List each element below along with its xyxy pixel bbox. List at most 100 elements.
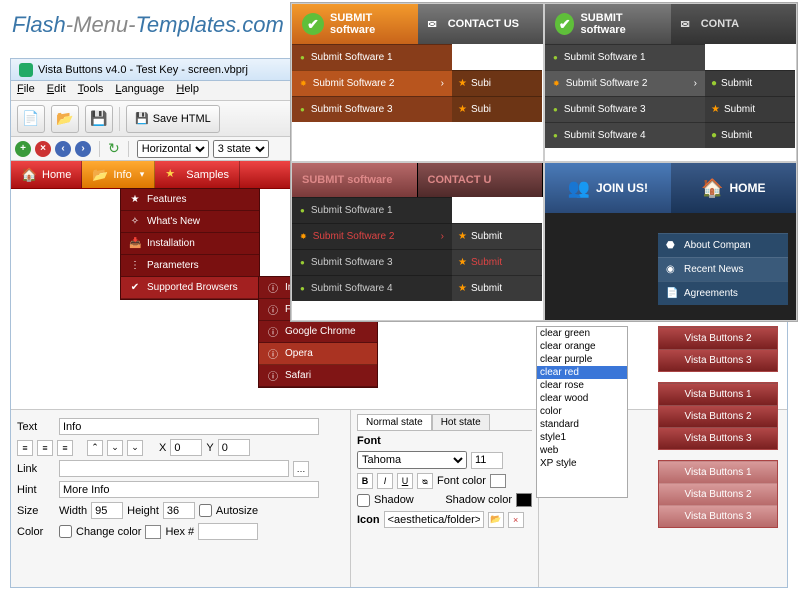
vb-button[interactable]: Vista Buttons 1	[659, 383, 777, 405]
align-right-button[interactable]: ≡	[57, 440, 73, 456]
icon-browse-button[interactable]: 📂	[488, 512, 504, 528]
submenu-agreements[interactable]: 📄Agreements	[658, 281, 788, 305]
menu-help[interactable]: Help	[176, 83, 199, 98]
submenu-item[interactable]: ●Submit Software 3	[292, 96, 452, 122]
shadowcolor-swatch[interactable]	[516, 493, 532, 507]
nav-info[interactable]: Info	[82, 161, 155, 188]
submenu2-item[interactable]: ★Submit	[452, 275, 542, 301]
height-input[interactable]	[163, 502, 195, 519]
submenu-item[interactable]: ●Submit Software 1	[545, 44, 705, 70]
menu-file[interactable]: File	[17, 83, 35, 98]
submit-button[interactable]: ✔SUBMIT software	[292, 4, 418, 44]
vb-button[interactable]: Vista Buttons 2	[659, 405, 777, 427]
theme-item[interactable]: standard	[537, 418, 627, 431]
submenu-about[interactable]: ⬣About Compan	[658, 233, 788, 257]
submenu-item[interactable]: ●Submit Software 4	[545, 122, 705, 148]
align-center-button[interactable]: ≡	[37, 440, 53, 456]
tab-hot[interactable]: Hot state	[432, 414, 490, 430]
vb-button[interactable]: Vista Buttons 3	[659, 505, 777, 527]
nav-home[interactable]: Home	[11, 161, 82, 188]
vb-button[interactable]: Vista Buttons 1	[659, 461, 777, 483]
theme-item[interactable]: clear rose	[537, 379, 627, 392]
add-button[interactable]: +	[15, 141, 31, 157]
state-select[interactable]: 3 state	[213, 140, 269, 158]
theme-item[interactable]: color	[537, 405, 627, 418]
hint-input[interactable]	[59, 481, 319, 498]
orientation-select[interactable]: Horizontal	[137, 140, 209, 158]
menu-tools[interactable]: Tools	[78, 83, 104, 98]
submenu-item[interactable]: ●Submit Software 1	[292, 44, 452, 70]
submenu-item[interactable]: ✸Submit Software 2	[292, 223, 452, 249]
theme-item[interactable]: web	[537, 444, 627, 457]
new-button[interactable]	[17, 105, 45, 133]
contact-tab[interactable]: CONTACT U	[418, 163, 544, 197]
submenu-features[interactable]: ★Features	[121, 189, 259, 211]
underline-button[interactable]: U	[397, 473, 413, 489]
submenu2-item[interactable]: ★Subi	[452, 96, 542, 122]
icon-input[interactable]	[384, 511, 484, 528]
menu-language[interactable]: Language	[115, 83, 164, 98]
link-browse-button[interactable]: …	[293, 461, 309, 477]
submenu-recent[interactable]: ◉Recent News	[658, 257, 788, 281]
submenu-item[interactable]: ●Submit Software 3	[545, 96, 705, 122]
submit-button[interactable]: ✔SUBMIT software	[545, 4, 671, 44]
align-left-button[interactable]: ≡	[17, 440, 33, 456]
menu-edit[interactable]: Edit	[47, 83, 66, 98]
submenu2-item[interactable]: ★Submit	[705, 96, 795, 122]
submenu-item[interactable]: ●Submit Software 1	[292, 197, 452, 223]
join-button[interactable]: JOIN US!	[545, 163, 671, 213]
x-input[interactable]	[170, 439, 202, 456]
color-swatch[interactable]	[145, 525, 161, 539]
save-html-button[interactable]: Save HTML	[126, 105, 220, 133]
home-button[interactable]: HOME	[671, 163, 797, 213]
changecolor-checkbox[interactable]	[59, 525, 72, 538]
vb-button[interactable]: Vista Buttons 2	[659, 483, 777, 505]
submenu-parameters[interactable]: ⋮Parameters	[121, 255, 259, 277]
y-input[interactable]	[218, 439, 250, 456]
delete-button[interactable]: ×	[35, 141, 51, 157]
autosize-checkbox[interactable]	[199, 504, 212, 517]
shadow-checkbox[interactable]	[357, 494, 370, 507]
contact-button[interactable]: CONTACT US	[418, 4, 544, 44]
contact-button[interactable]: CONTA	[671, 4, 797, 44]
submenu2-item[interactable]: ●Submit	[705, 122, 795, 148]
theme-item[interactable]: clear purple	[537, 353, 627, 366]
theme-item-selected[interactable]: clear red	[537, 366, 627, 379]
submit-tab[interactable]: SUBMIT software	[292, 163, 418, 197]
browser-chrome[interactable]: ⓘGoogle Chrome	[259, 321, 377, 343]
width-input[interactable]	[91, 502, 123, 519]
tab-normal[interactable]: Normal state	[357, 414, 432, 430]
open-button[interactable]	[51, 105, 79, 133]
submenu-item[interactable]: ●Submit Software 4	[292, 275, 452, 301]
valign-mid-button[interactable]: ⌄	[107, 440, 123, 456]
submenu2-item[interactable]: ●Submit	[705, 70, 795, 96]
italic-button[interactable]: I	[377, 473, 393, 489]
submenu-item[interactable]: ●Submit Software 3	[292, 249, 452, 275]
submenu-whatsnew[interactable]: ✧What's New	[121, 211, 259, 233]
theme-item[interactable]: clear green	[537, 327, 627, 340]
fontsize-input[interactable]	[471, 452, 503, 469]
valign-top-button[interactable]: ⌃	[87, 440, 103, 456]
hex-input[interactable]	[198, 523, 258, 540]
bold-button[interactable]: B	[357, 473, 373, 489]
submenu-installation[interactable]: 📥Installation	[121, 233, 259, 255]
submenu2-item[interactable]: ★Submit	[452, 223, 542, 249]
save-button[interactable]	[85, 105, 113, 133]
move-right-button[interactable]: ›	[75, 141, 91, 157]
vb-button[interactable]: Vista Buttons 2	[659, 327, 777, 349]
theme-item[interactable]: clear orange	[537, 340, 627, 353]
submenu-browsers[interactable]: ✔Supported Browsers	[121, 277, 259, 299]
clearformat-button[interactable]: ᴓ	[417, 473, 433, 489]
browser-opera[interactable]: ⓘOpera	[259, 343, 377, 365]
icon-clear-button[interactable]: ×	[508, 512, 524, 528]
valign-bot-button[interactable]: ⌄	[127, 440, 143, 456]
text-input[interactable]	[59, 418, 319, 435]
submenu-item[interactable]: ✸Submit Software 2	[545, 70, 705, 96]
move-left-button[interactable]: ‹	[55, 141, 71, 157]
refresh-button[interactable]: ↻	[108, 140, 120, 157]
submenu-item[interactable]: ✸Submit Software 2	[292, 70, 452, 96]
vb-button[interactable]: Vista Buttons 3	[659, 349, 777, 371]
fontcolor-swatch[interactable]	[490, 474, 506, 488]
link-input[interactable]	[59, 460, 289, 477]
browser-safari[interactable]: ⓘSafari	[259, 365, 377, 387]
